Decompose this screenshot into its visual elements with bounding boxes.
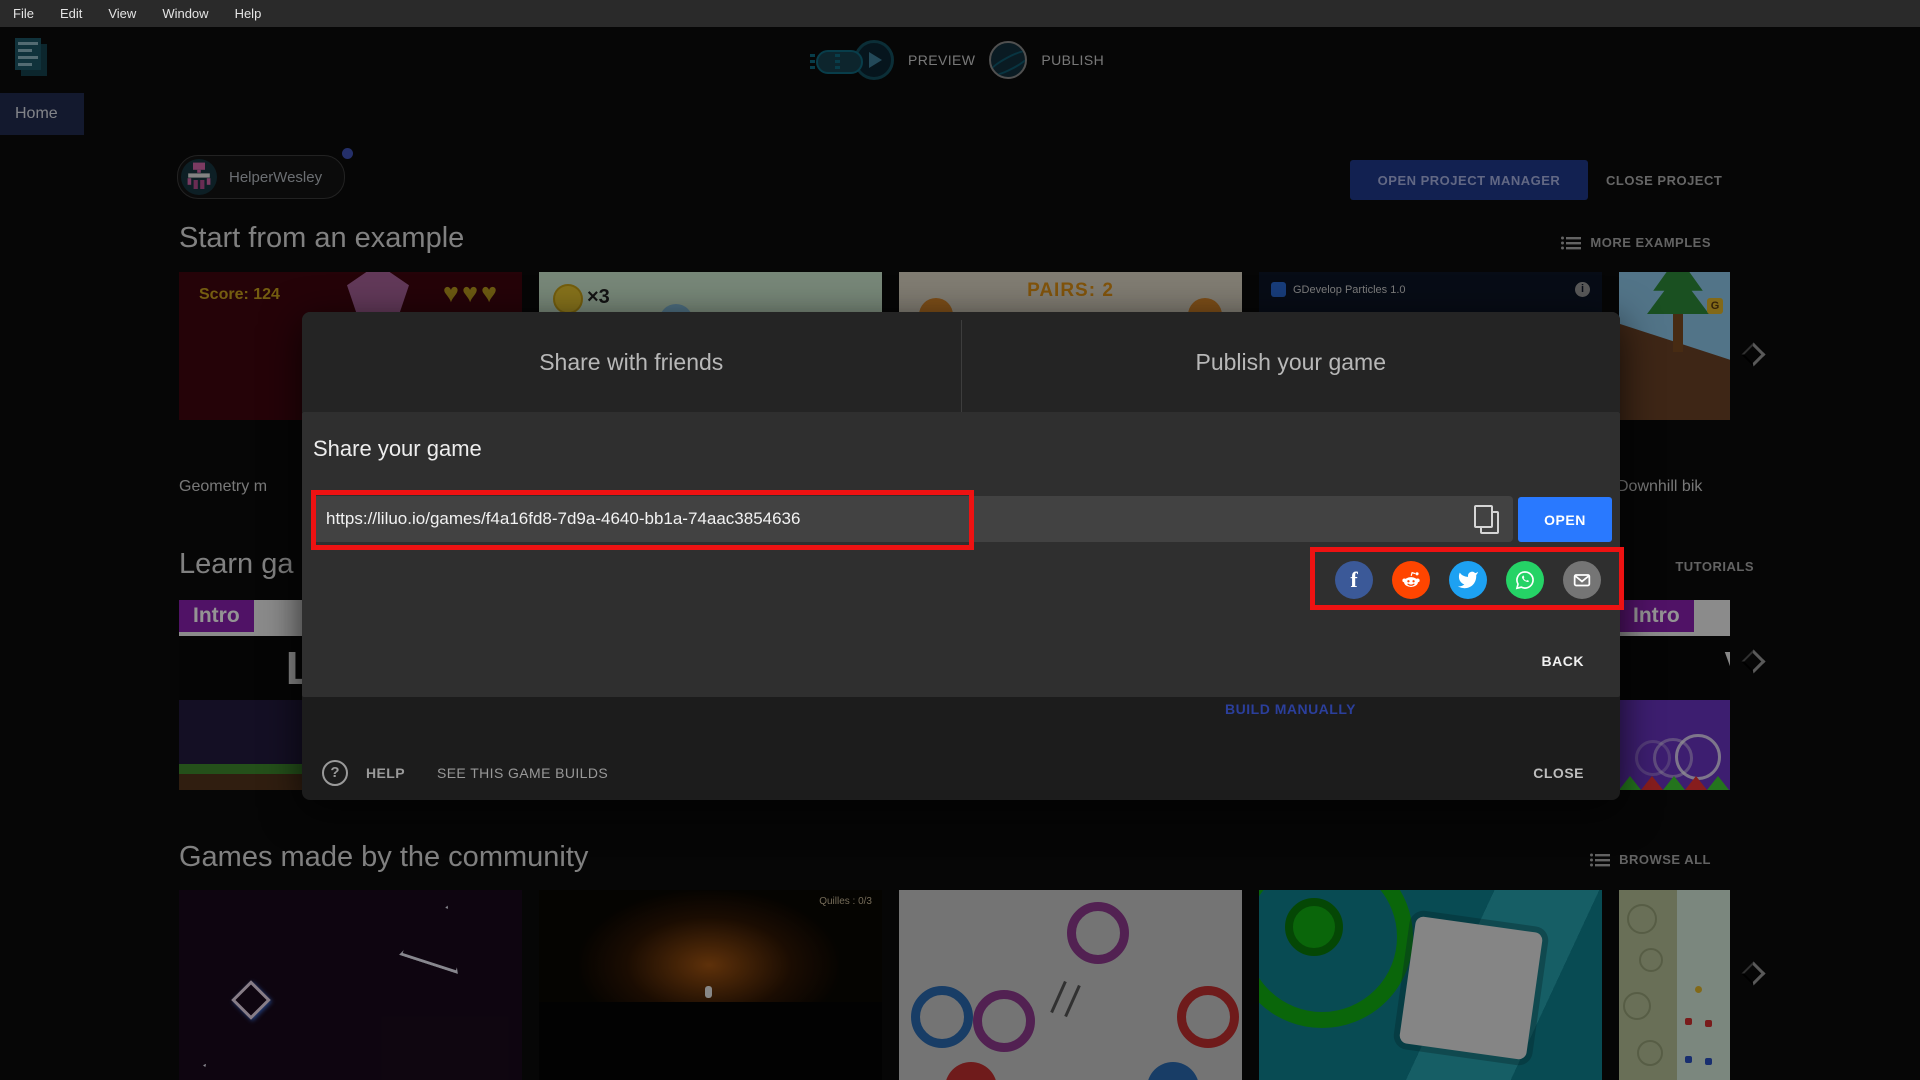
close-dialog-button[interactable]: CLOSE — [1527, 745, 1590, 800]
dialog-footer: ? HELP SEE THIS GAME BUILDS CLOSE — [302, 745, 1620, 800]
open-url-button[interactable]: OPEN — [1518, 497, 1612, 542]
app-window: File Edit View Window Help PREVIEW PUBLI… — [0, 0, 1920, 1080]
tab-publish-your-game[interactable]: Publish your game — [962, 312, 1621, 412]
menu-window[interactable]: Window — [149, 6, 221, 21]
annotation-url-highlight — [311, 490, 974, 550]
menu-view[interactable]: View — [95, 6, 149, 21]
menu-bar: File Edit View Window Help — [0, 0, 1920, 27]
help-icon[interactable]: ? — [322, 759, 348, 786]
annotation-social-highlight — [1310, 547, 1624, 610]
menu-edit[interactable]: Edit — [47, 6, 95, 21]
panel-title: Share your game — [313, 436, 482, 461]
back-button[interactable]: BACK — [1536, 652, 1590, 670]
see-game-builds-button[interactable]: SEE THIS GAME BUILDS — [431, 764, 614, 782]
help-button[interactable]: HELP — [360, 764, 411, 782]
copy-icon[interactable] — [1473, 505, 1499, 534]
menu-help[interactable]: Help — [222, 6, 275, 21]
dialog-tabs: Share with friends Publish your game — [302, 312, 1620, 412]
tab-share-with-friends[interactable]: Share with friends — [302, 312, 961, 412]
build-manually-button[interactable]: BUILD MANUALLY — [961, 700, 1620, 718]
menu-file[interactable]: File — [0, 6, 47, 21]
